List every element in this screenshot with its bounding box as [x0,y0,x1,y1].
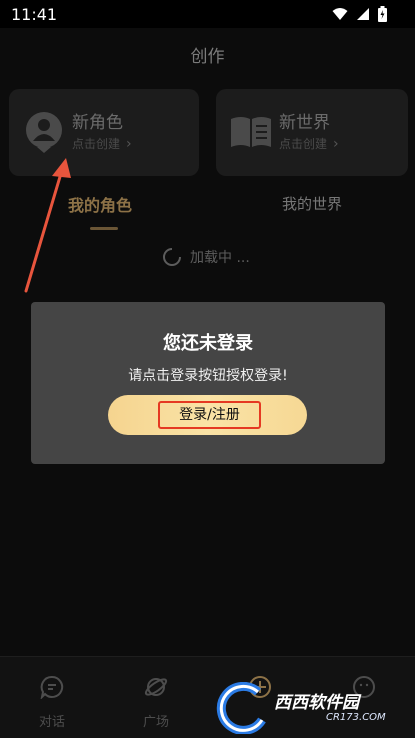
watermark-logo-icon [216,682,266,734]
dialog-message: 请点击登录按钮授权登录! [128,368,288,384]
chevron-right-icon: › [333,135,339,152]
login-register-button[interactable]: 登录/注册 [108,395,307,435]
nav-item-chat[interactable]: 对话 [0,657,104,738]
new-world-subtitle-row: 点击创建 › [279,135,339,152]
nav-item-square[interactable]: 广场 [104,657,208,738]
planet-icon [144,678,168,696]
login-register-label: 登录/注册 [158,401,261,429]
watermark-text: 西西软件园 [274,693,359,713]
status-bar: 11:41 [0,0,415,28]
dialog-title: 您还未登录 [163,333,253,354]
spinner-icon [163,248,181,266]
watermark-sub: CR173.COM [326,712,386,723]
tab-my-worlds[interactable]: 我的世界 [282,193,342,214]
new-world-title: 新世界 [279,113,330,133]
new-role-subtitle-row: 点击创建 › [72,135,132,152]
new-world-card[interactable]: 新世界 点击创建 › [216,89,408,176]
loading-text: 加载中 ... [190,250,250,266]
loading-indicator: 加载中 ... [162,247,250,267]
nav-label-chat: 对话 [38,715,65,730]
status-time: 11:41 [11,5,58,24]
book-icon [231,117,271,147]
new-role-title: 新角色 [72,113,123,133]
new-role-card[interactable]: 新角色 点击创建 › [9,89,199,176]
tab-active-indicator [90,227,118,230]
new-world-subtitle: 点击创建 [279,137,328,151]
tab-my-roles[interactable]: 我的角色 [68,192,132,216]
login-dialog: 您还未登录 请点击登录按钮授权登录! 登录/注册 [31,302,385,464]
site-watermark: 西西软件园 CR173.COM [214,682,404,734]
chevron-right-icon: › [126,135,132,152]
status-icons [332,6,387,22]
nav-label-square: 广场 [142,715,169,730]
wifi-icon [332,8,348,20]
signal-icon [357,8,369,20]
new-role-subtitle: 点击创建 [72,137,121,151]
user-avatar-icon [26,112,62,153]
page-title: 创作 [190,47,225,67]
battery-icon [378,6,387,22]
chat-icon [40,675,64,699]
